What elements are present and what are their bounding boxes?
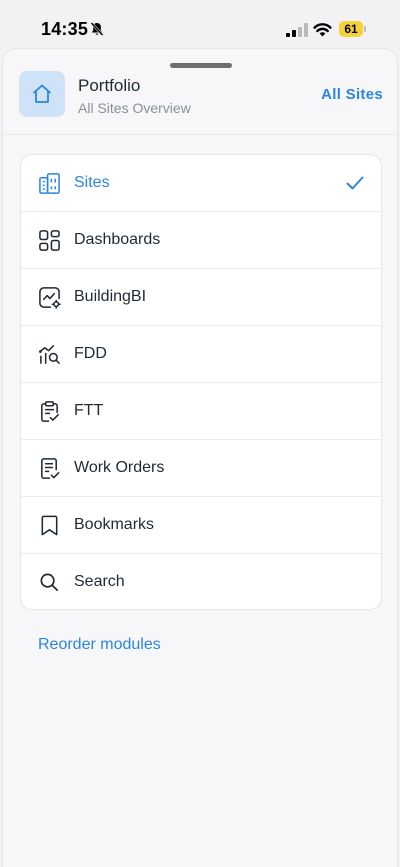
dashboard-grid-icon xyxy=(39,230,60,251)
status-time: 14:35 xyxy=(41,19,89,39)
module-label-work-orders: Work Orders xyxy=(74,459,165,476)
module-item-bookmarks[interactable]: Bookmarks xyxy=(21,497,381,554)
search-icon xyxy=(40,573,59,592)
portfolio-header: Portfolio All Sites Overview All Sites xyxy=(3,69,397,135)
home-icon xyxy=(33,84,51,103)
clipboard-check-icon xyxy=(41,401,59,422)
module-item-ftt[interactable]: FTT xyxy=(21,383,381,440)
module-item-work-orders[interactable]: Work Orders xyxy=(21,440,381,497)
modules-list: Sites Dashboards BuildingBI FDD FTT Work… xyxy=(20,154,382,610)
module-label-sites: Sites xyxy=(74,174,110,191)
module-label-fdd: FDD xyxy=(74,345,107,362)
bell-muted-icon xyxy=(90,22,104,36)
battery-level: 61 xyxy=(339,21,363,37)
work-order-icon xyxy=(41,458,60,479)
checkmark-icon xyxy=(346,176,364,190)
module-item-buildingbi[interactable]: BuildingBI xyxy=(21,269,381,326)
battery-cap xyxy=(364,26,366,32)
module-item-fdd[interactable]: FDD xyxy=(21,326,381,383)
portfolio-title: Portfolio xyxy=(78,76,141,95)
module-item-search[interactable]: Search xyxy=(21,554,381,609)
cellular-signal-icon xyxy=(286,23,308,37)
chart-gear-icon xyxy=(39,287,61,309)
home-tile[interactable] xyxy=(19,71,65,117)
module-label-buildingbi: BuildingBI xyxy=(74,288,147,305)
wifi-icon xyxy=(313,23,332,37)
reorder-modules-link[interactable]: Reorder modules xyxy=(38,636,161,654)
portfolio-subtitle: All Sites Overview xyxy=(78,100,191,116)
bookmark-icon xyxy=(41,515,58,536)
all-sites-button[interactable]: All Sites xyxy=(321,86,383,103)
module-label-ftt: FTT xyxy=(74,402,104,419)
fault-detection-icon xyxy=(39,345,60,364)
building-icon xyxy=(39,173,60,194)
module-label-bookmarks: Bookmarks xyxy=(74,516,155,533)
module-item-sites[interactable]: Sites xyxy=(21,155,381,212)
module-item-dashboards[interactable]: Dashboards xyxy=(21,212,381,269)
module-label-dashboards: Dashboards xyxy=(74,231,161,248)
status-bar: 14:35 61 xyxy=(0,0,400,48)
sheet-grabber[interactable] xyxy=(170,63,232,68)
module-sheet: Portfolio All Sites Overview All Sites S… xyxy=(2,48,398,867)
module-label-search: Search xyxy=(74,573,125,590)
battery-indicator: 61 xyxy=(339,21,366,38)
